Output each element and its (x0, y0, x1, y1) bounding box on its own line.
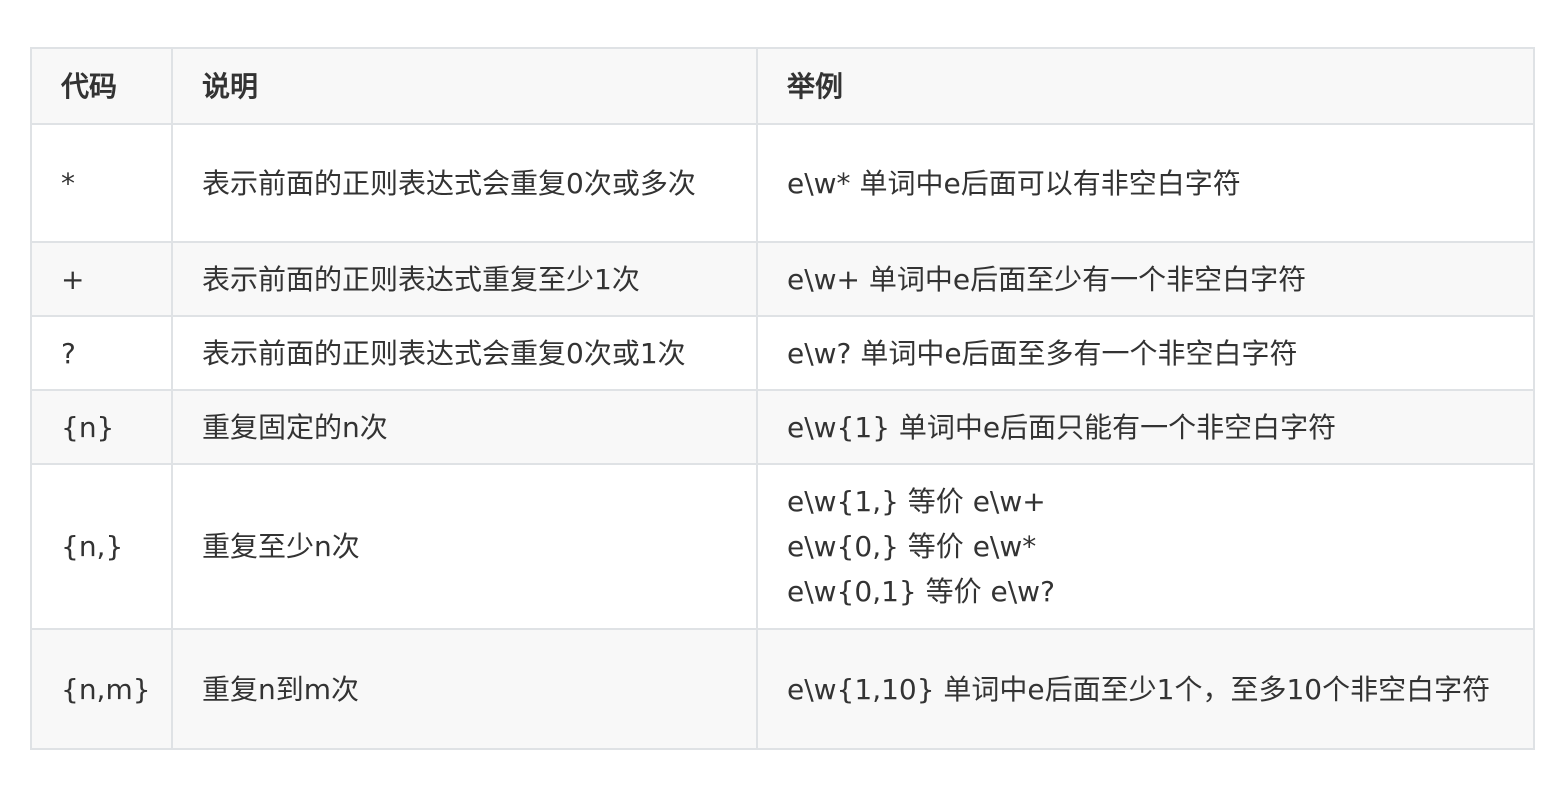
header-example: 举例 (756, 47, 1535, 125)
cell-example: e\w{1} 单词中e后面只能有一个非空白字符 (756, 389, 1535, 465)
table-header: 代码 说明 举例 (30, 47, 1535, 125)
cell-example: e\w{1,} 等价 e\w+ e\w{0,} 等价 e\w* e\w{0,1}… (756, 463, 1535, 630)
cell-description: 表示前面的正则表达式重复至少1次 (171, 241, 758, 317)
cell-code: ? (30, 315, 173, 391)
example-line: e\w{1,10} 单词中e后面至少1个，至多10个非空白字符 (787, 672, 1491, 706)
regex-quantifier-table: 代码 说明 举例 * 表示前面的正则表达式会重复0次或多次 e\w* 单词中e后… (30, 47, 1535, 750)
cell-code: + (30, 241, 173, 317)
cell-example: e\w? 单词中e后面至多有一个非空白字符 (756, 315, 1535, 391)
example-line: e\w{1} 单词中e后面只能有一个非空白字符 (787, 410, 1337, 444)
cell-code: {n,} (30, 463, 173, 630)
example-line: e\w+ 单词中e后面至少有一个非空白字符 (787, 262, 1307, 296)
cell-description: 表示前面的正则表达式会重复0次或多次 (171, 123, 758, 243)
cell-example: e\w+ 单词中e后面至少有一个非空白字符 (756, 241, 1535, 317)
cell-example: e\w{1,10} 单词中e后面至少1个，至多10个非空白字符 (756, 628, 1535, 750)
regex-quantifier-table-container: 代码 说明 举例 * 表示前面的正则表达式会重复0次或多次 e\w* 单词中e后… (30, 47, 1535, 750)
table-row: ? 表示前面的正则表达式会重复0次或1次 e\w? 单词中e后面至多有一个非空白… (30, 315, 1535, 391)
cell-description: 重复n到m次 (171, 628, 758, 750)
table-row: {n,} 重复至少n次 e\w{1,} 等价 e\w+ e\w{0,} 等价 e… (30, 463, 1535, 630)
table-row: * 表示前面的正则表达式会重复0次或多次 e\w* 单词中e后面可以有非空白字符 (30, 123, 1535, 243)
table-row: {n} 重复固定的n次 e\w{1} 单词中e后面只能有一个非空白字符 (30, 389, 1535, 465)
cell-code: {n} (30, 389, 173, 465)
example-line: e\w* 单词中e后面可以有非空白字符 (787, 166, 1241, 200)
cell-description: 重复至少n次 (171, 463, 758, 630)
example-line: e\w{0,} 等价 e\w* (787, 530, 1037, 563)
example-line: e\w{1,} 等价 e\w+ (787, 485, 1046, 518)
cell-description: 重复固定的n次 (171, 389, 758, 465)
table-body: * 表示前面的正则表达式会重复0次或多次 e\w* 单词中e后面可以有非空白字符… (30, 123, 1535, 750)
cell-code: {n,m} (30, 628, 173, 750)
cell-code: * (30, 123, 173, 243)
table-row: {n,m} 重复n到m次 e\w{1,10} 单词中e后面至少1个，至多10个非… (30, 628, 1535, 750)
table-row: + 表示前面的正则表达式重复至少1次 e\w+ 单词中e后面至少有一个非空白字符 (30, 241, 1535, 317)
example-line: e\w{0,1} 等价 e\w? (787, 575, 1055, 608)
header-description: 说明 (171, 47, 758, 125)
cell-example: e\w* 单词中e后面可以有非空白字符 (756, 123, 1535, 243)
header-row: 代码 说明 举例 (30, 47, 1535, 125)
cell-description: 表示前面的正则表达式会重复0次或1次 (171, 315, 758, 391)
example-line: e\w? 单词中e后面至多有一个非空白字符 (787, 336, 1298, 370)
header-code: 代码 (30, 47, 173, 125)
